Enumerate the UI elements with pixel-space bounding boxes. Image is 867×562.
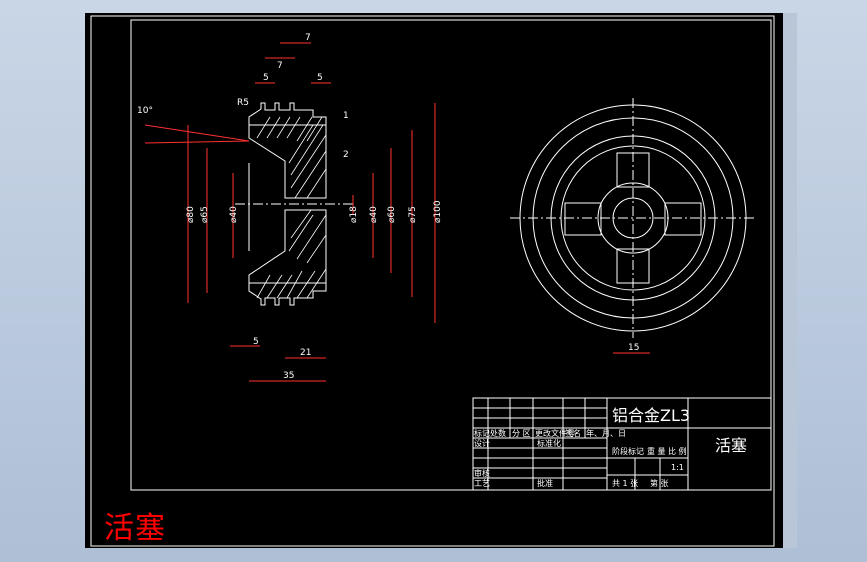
svg-text:⌀60: ⌀60	[387, 206, 397, 223]
svg-text:批准: 批准	[537, 478, 553, 488]
svg-text:比 例: 比 例	[668, 446, 687, 456]
dimension-lines	[144, 42, 650, 382]
svg-text:铝合金ZL3: 铝合金ZL3	[612, 406, 690, 425]
svg-text:⌀18: ⌀18	[349, 206, 359, 223]
svg-text:⌀40: ⌀40	[369, 206, 379, 223]
svg-text:7: 7	[277, 61, 283, 71]
svg-text:共 1 张: 共 1 张	[612, 479, 638, 488]
svg-text:5: 5	[253, 337, 259, 347]
svg-text:R5: R5	[237, 98, 249, 108]
svg-text:⌀75: ⌀75	[408, 206, 418, 223]
svg-text:审核: 审核	[474, 468, 490, 478]
svg-text:⌀100: ⌀100	[433, 200, 443, 223]
svg-text:设计: 设计	[474, 438, 490, 448]
svg-text:7: 7	[305, 33, 311, 43]
svg-text:15: 15	[628, 343, 639, 353]
svg-text:2: 2	[343, 150, 349, 160]
dimension-texts: 7 5 7 5 R5 10° 1 2 ⌀80 ⌀65 ⌀40 ⌀18 ⌀40 ⌀…	[137, 33, 639, 381]
svg-text:⌀80: ⌀80	[186, 206, 196, 223]
svg-text:10°: 10°	[137, 106, 153, 116]
svg-text:分 区: 分 区	[512, 429, 531, 438]
drawing-caption: 活塞	[104, 511, 166, 546]
svg-text:5: 5	[317, 73, 323, 83]
hatching	[256, 116, 327, 299]
front-center-lines	[510, 98, 757, 338]
vertical-scrollbar[interactable]	[783, 13, 797, 548]
cad-viewport[interactable]: 7 5 7 5 R5 10° 1 2 ⌀80 ⌀65 ⌀40 ⌀18 ⌀40 ⌀…	[85, 13, 783, 548]
svg-text:年、月、日: 年、月、日	[586, 428, 626, 438]
svg-text:第 张: 第 张	[650, 478, 669, 488]
svg-text:阶段标记: 阶段标记	[612, 446, 644, 456]
svg-text:签名: 签名	[565, 428, 581, 438]
svg-text:1:1: 1:1	[671, 463, 684, 472]
svg-text:工艺: 工艺	[474, 479, 490, 488]
svg-text:重 量: 重 量	[647, 446, 666, 456]
drawing-canvas: 7 5 7 5 R5 10° 1 2 ⌀80 ⌀65 ⌀40 ⌀18 ⌀40 ⌀…	[90, 15, 775, 547]
svg-text:标记: 标记	[474, 428, 490, 438]
svg-text:处数: 处数	[490, 428, 506, 438]
svg-text:1: 1	[343, 111, 349, 121]
svg-text:活塞: 活塞	[715, 436, 747, 455]
svg-text:⌀65: ⌀65	[200, 206, 210, 223]
svg-text:5: 5	[263, 73, 269, 83]
svg-text:21: 21	[300, 348, 311, 358]
svg-text:标准化: 标准化	[537, 438, 561, 448]
svg-text:35: 35	[283, 371, 294, 381]
svg-text:⌀40: ⌀40	[229, 206, 239, 223]
